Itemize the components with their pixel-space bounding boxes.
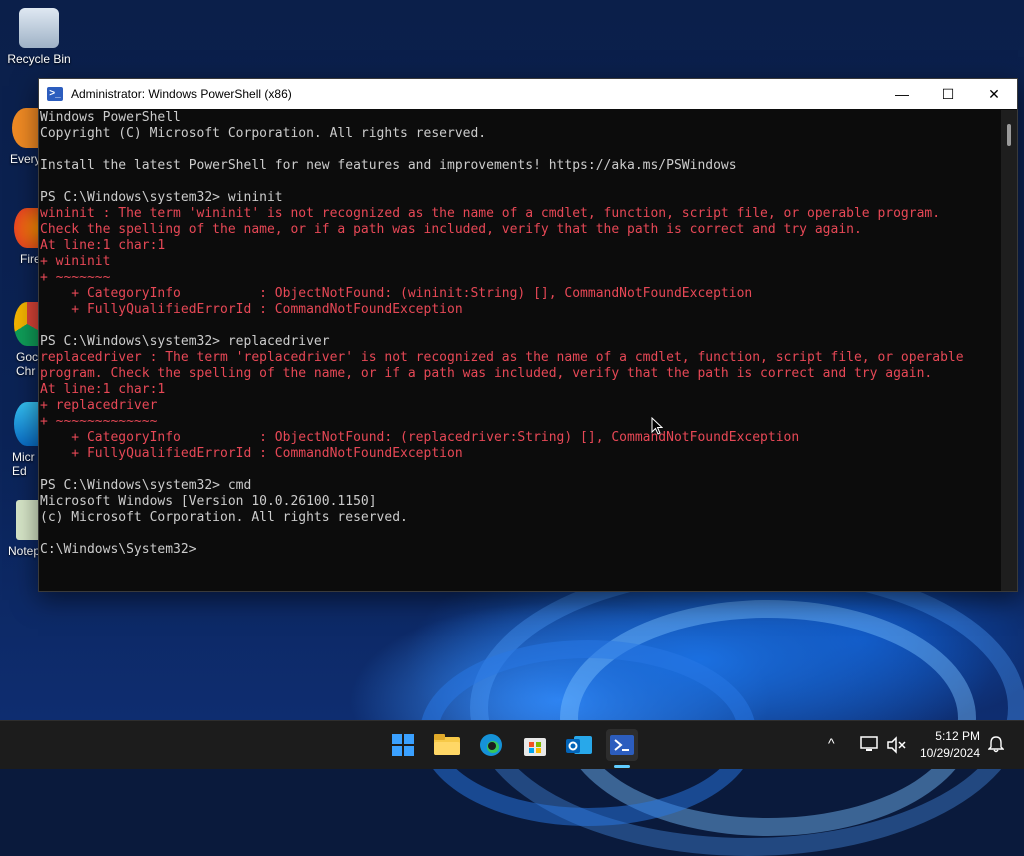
edge-icon — [14, 402, 40, 446]
minimize-button[interactable]: — — [879, 79, 925, 109]
console-line: + replacedriver — [40, 398, 158, 413]
console-line: PS C:\Windows\system32> replacedriver — [40, 334, 330, 349]
desktop-icon-microsoft-edge[interactable]: Micr Ed — [0, 402, 40, 478]
desktop-icon-label: Micr Ed — [12, 450, 35, 478]
console-line: Windows PowerShell — [40, 110, 181, 125]
desktop-icon-firefox[interactable]: Fire — [0, 208, 41, 266]
mouse-cursor-icon — [651, 417, 663, 435]
start-button[interactable] — [387, 729, 419, 761]
console-line: At line:1 char:1 — [40, 238, 166, 253]
console-line: + CategoryInfo : ObjectNotFound: (winini… — [40, 286, 753, 301]
window-titlebar[interactable]: >_ Administrator: Windows PowerShell (x8… — [39, 79, 1017, 109]
console-line: program. Check the spelling of the name,… — [40, 366, 933, 381]
edge-icon — [480, 734, 502, 756]
start-icon — [392, 734, 414, 756]
console-line: + ~~~~~~~~~~~~~ — [40, 414, 158, 429]
network-icon[interactable] — [860, 736, 880, 754]
console-line: + wininit — [40, 254, 111, 269]
console-line: Microsoft Windows [Version 10.0.26100.11… — [40, 494, 377, 509]
console-line: wininit : The term 'wininit' is not reco… — [40, 206, 941, 221]
desktop-icon-recycle-bin[interactable]: Recycle Bin — [2, 8, 76, 66]
firefox-icon — [14, 208, 40, 248]
console-line: + CategoryInfo : ObjectNotFound: (replac… — [40, 430, 800, 445]
console-line: + FullyQualifiedErrorId : CommandNotFoun… — [40, 446, 463, 461]
desktop-icon-label: Notep — [8, 544, 41, 558]
taskbar: ^ 5:12 PM 10/29/2024 — [0, 720, 1024, 769]
scrollbar-thumb[interactable] — [1007, 124, 1011, 146]
everything-icon — [12, 108, 40, 148]
desktop-icon-notepad[interactable]: Notep — [0, 500, 40, 558]
recycle-bin-icon — [19, 8, 59, 48]
clock-date[interactable]: 10/29/2024 — [910, 746, 980, 760]
desktop-icon-google-chrome[interactable]: Goc Chr — [0, 302, 40, 378]
desktop-icon-everything[interactable]: Every — [0, 108, 41, 166]
notepad-icon — [16, 500, 40, 540]
volume-muted-icon[interactable] — [886, 736, 906, 754]
file-explorer-icon — [434, 734, 460, 755]
console-line: Install the latest PowerShell for new fe… — [40, 158, 737, 173]
powershell-icon: >_ — [47, 87, 63, 101]
maximize-button[interactable]: ☐ — [925, 79, 971, 109]
outlook-icon — [566, 736, 592, 754]
console-line: replacedriver : The term 'replacedriver'… — [40, 350, 964, 365]
taskbar-edge[interactable] — [475, 729, 507, 761]
powershell-icon — [610, 735, 634, 755]
console-line: Check the spelling of the name, or if a … — [40, 222, 862, 237]
taskbar-store[interactable] — [519, 729, 551, 761]
taskbar-outlook[interactable] — [563, 729, 595, 761]
chrome-icon — [14, 302, 40, 346]
console-line: C:\Windows\System32> — [40, 542, 197, 557]
window-title: Administrator: Windows PowerShell (x86) — [71, 87, 292, 101]
taskbar-powershell[interactable] — [606, 729, 638, 761]
console-line: + FullyQualifiedErrorId : CommandNotFoun… — [40, 302, 463, 317]
clock-time[interactable]: 5:12 PM — [910, 729, 980, 743]
console-line: Copyright (C) Microsoft Corporation. All… — [40, 126, 487, 141]
console-line: At line:1 char:1 — [40, 382, 166, 397]
desktop-icon-label: Every — [10, 152, 41, 166]
powershell-window[interactable]: >_ Administrator: Windows PowerShell (x8… — [38, 78, 1018, 592]
console-line: (c) Microsoft Corporation. All rights re… — [40, 510, 408, 525]
desktop-icon-label: Recycle Bin — [7, 52, 71, 66]
close-button[interactable]: ✕ — [971, 79, 1017, 109]
desktop-icon-label: Fire — [20, 252, 41, 266]
console-line: + ~~~~~~~ — [40, 270, 111, 285]
desktop-icon-label: Goc Chr — [16, 350, 39, 378]
console-line: PS C:\Windows\system32> cmd — [40, 478, 252, 493]
taskbar-file-explorer[interactable] — [431, 729, 463, 761]
console-output[interactable]: Windows PowerShell Copyright (C) Microsof… — [39, 110, 1001, 591]
notification-bell-icon[interactable] — [988, 735, 1004, 753]
console-scrollbar[interactable] — [1001, 110, 1017, 591]
show-hidden-icons-chevron-icon[interactable]: ^ — [828, 735, 835, 751]
console-line: PS C:\Windows\system32> wininit — [40, 190, 283, 205]
store-icon — [524, 738, 546, 756]
